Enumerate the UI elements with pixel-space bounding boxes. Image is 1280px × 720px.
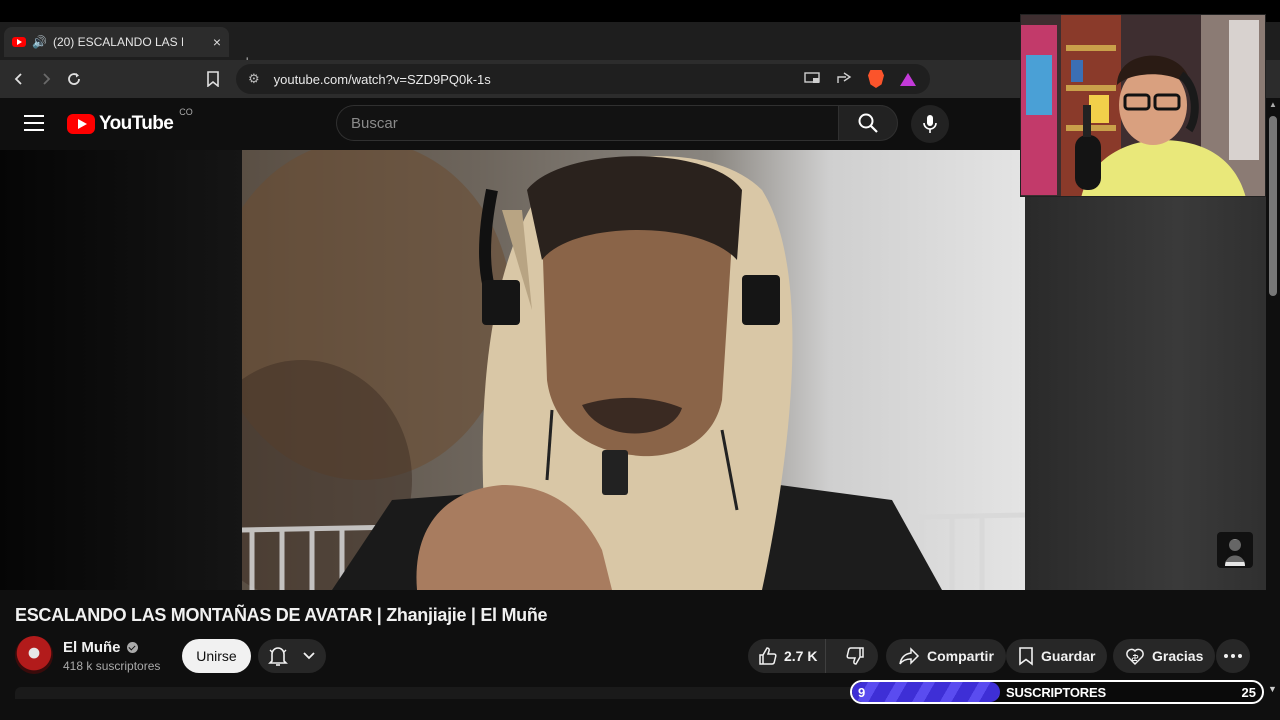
scrollbar-thumb[interactable] <box>1269 116 1277 296</box>
scroll-up-icon[interactable]: ▲ <box>1269 100 1277 109</box>
video-backdrop-left <box>0 150 242 590</box>
page-scrollbar[interactable]: ▲ <box>1266 98 1280 698</box>
search-icon <box>858 113 878 133</box>
share-label: Compartir <box>927 648 994 664</box>
forward-icon[interactable] <box>35 68 57 90</box>
thanks-label: Gracias <box>1152 648 1204 664</box>
video-frame <box>242 150 1025 590</box>
like-icon <box>759 647 777 665</box>
dislike-button[interactable] <box>833 639 878 673</box>
address-bar[interactable]: ⚙ youtube.com/watch?v=SZD9PQ0k-1s <box>236 64 930 94</box>
channel-name[interactable]: El Muñe <box>63 639 121 656</box>
thanks-icon <box>1126 648 1144 666</box>
brave-shield-icon[interactable] <box>868 70 884 88</box>
mic-icon <box>923 115 937 133</box>
share-icon[interactable] <box>836 71 852 88</box>
country-code: CO <box>179 107 193 117</box>
thanks-button[interactable]: Gracias <box>1113 639 1216 673</box>
more-icon <box>1224 654 1228 658</box>
voice-search-button[interactable] <box>911 105 949 143</box>
speaker-icon[interactable]: 🔊 <box>32 35 47 49</box>
goal-label: SUSCRIPTORES <box>1006 685 1106 700</box>
subscriber-goal-bar: 9 SUSCRIPTORES 25 <box>850 680 1264 704</box>
goal-current: 9 <box>858 685 866 700</box>
share-button[interactable]: Compartir <box>886 639 1006 673</box>
browser-tab-active[interactable]: 🔊 (20) ESCALANDO LAS MONTAÑ × <box>4 27 229 57</box>
goal-target: 25 <box>1241 685 1256 700</box>
search-button[interactable] <box>838 105 898 141</box>
goal-progress-fill <box>852 682 1000 702</box>
youtube-logo[interactable]: YouTube CO <box>67 107 193 135</box>
video-title: ESCALANDO LAS MONTAÑAS DE AVATAR | Zhanj… <box>15 605 548 625</box>
channel-avatar[interactable] <box>15 636 53 674</box>
subscriber-count: 418 k suscriptores <box>63 659 161 673</box>
tab-title: (20) ESCALANDO LAS MONTAÑ <box>52 35 183 49</box>
save-icon <box>1019 647 1033 666</box>
bookmark-icon[interactable] <box>202 68 224 90</box>
cast-icon[interactable] <box>804 71 820 87</box>
video-backdrop-right <box>1025 150 1280 590</box>
streamer-webcam <box>1020 14 1266 197</box>
scroll-down-icon[interactable]: ▼ <box>1268 684 1277 694</box>
close-tab-icon[interactable]: × <box>213 34 221 50</box>
youtube-wordmark: YouTube <box>99 113 174 134</box>
screen: 🔊 (20) ESCALANDO LAS MONTAÑ × + ⚙ youtub… <box>0 0 1280 720</box>
reload-icon[interactable] <box>63 68 85 90</box>
site-settings-icon[interactable]: ⚙ <box>248 71 260 87</box>
like-button[interactable]: 2.7 K <box>748 639 826 673</box>
subscription-bell-button[interactable] <box>258 639 326 673</box>
like-count: 2.7 K <box>784 648 818 664</box>
youtube-favicon-icon <box>12 37 26 47</box>
bell-icon <box>268 647 288 666</box>
channel-name-row[interactable]: El Muñe <box>63 639 138 656</box>
share-arrow-icon <box>899 647 920 665</box>
brave-rewards-icon[interactable] <box>900 72 916 86</box>
search-input[interactable]: Buscar <box>336 105 838 141</box>
save-label: Guardar <box>1041 648 1096 664</box>
like-dislike-group: 2.7 K <box>748 639 878 673</box>
dislike-icon <box>846 647 865 665</box>
video-player[interactable] <box>242 150 1025 590</box>
chevron-down-icon <box>303 652 315 660</box>
join-button[interactable]: Unirse <box>182 639 251 673</box>
verified-icon <box>126 642 138 653</box>
save-button[interactable]: Guardar <box>1006 639 1108 673</box>
more-actions-button[interactable] <box>1216 639 1250 673</box>
menu-icon[interactable] <box>24 115 44 131</box>
youtube-play-icon <box>67 114 95 134</box>
channel-watermark[interactable] <box>1217 532 1253 568</box>
url-text[interactable]: youtube.com/watch?v=SZD9PQ0k-1s <box>274 72 491 87</box>
back-icon[interactable] <box>8 68 30 90</box>
